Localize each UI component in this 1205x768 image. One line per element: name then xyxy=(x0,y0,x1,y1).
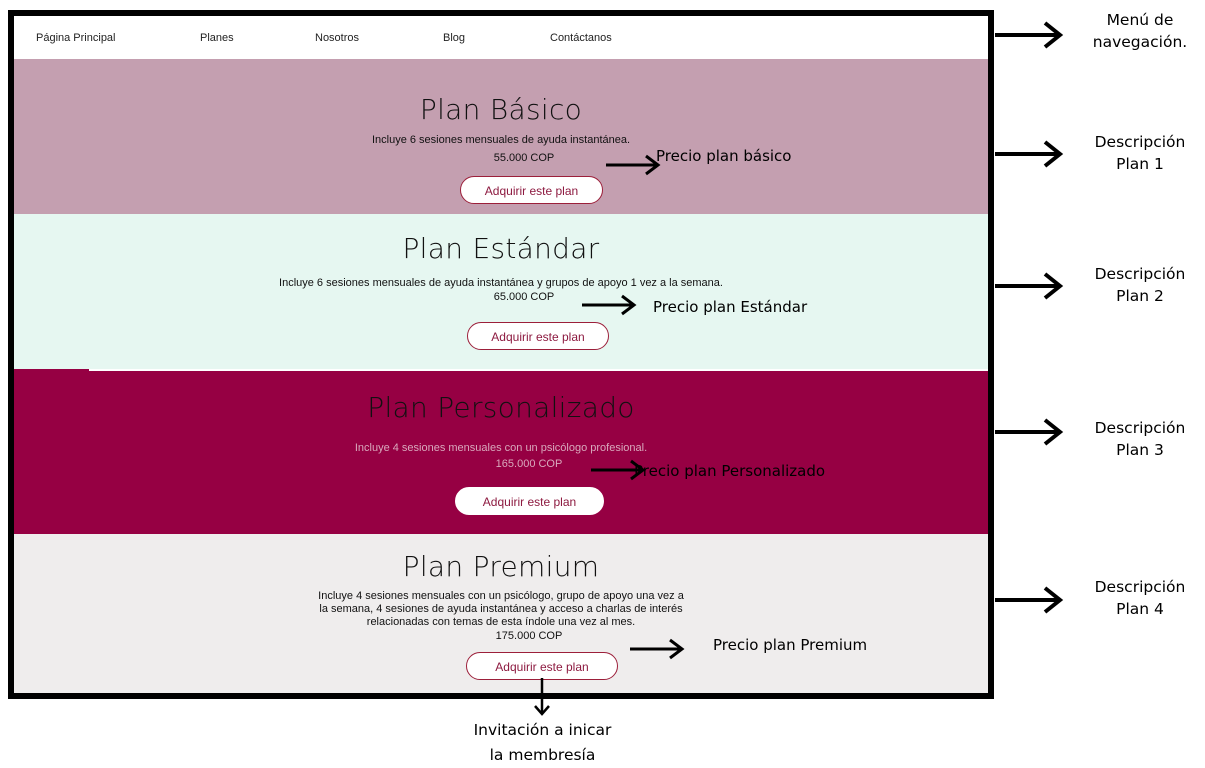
annotation-line: Descripción xyxy=(1094,265,1186,283)
plan-title: Plan Básico xyxy=(419,93,583,126)
plan-price: 165.000 COP xyxy=(495,458,563,470)
arrow-right-icon xyxy=(995,140,1064,168)
plan-description: Incluye 6 sesiones mensuales de ayuda in… xyxy=(279,277,723,289)
plan-description-line-3: relacionadas con temas de esta índole un… xyxy=(366,616,636,628)
annotation-line: Invitación a inicar xyxy=(473,721,612,739)
arrow-down-icon xyxy=(534,678,550,716)
price-annotation: Precio plan Estándar xyxy=(653,298,808,316)
annotation-plan1: Descripción Plan 1 xyxy=(1080,131,1200,175)
nav-item-nosotros[interactable]: Nosotros xyxy=(315,32,359,44)
navigation-menu: Página Principal Planes Nosotros Blog Co… xyxy=(14,16,988,59)
plan-title: Plan Estándar xyxy=(402,232,600,265)
annotation-plan4: Descripción Plan 4 xyxy=(1080,576,1200,620)
plan-title: Plan Premium xyxy=(402,550,600,583)
price-annotation: Precio plan Premium xyxy=(713,636,868,654)
buy-plan-button[interactable]: Adquirir este plan xyxy=(467,322,609,350)
annotation-plan3: Descripción Plan 3 xyxy=(1080,417,1200,461)
annotation-nav: Menú de navegación. xyxy=(1075,9,1205,53)
annotation-line: la membresía xyxy=(489,746,596,764)
plan-title: Plan Personalizado xyxy=(367,391,635,424)
plan-price: 175.000 COP xyxy=(495,630,563,642)
plan-personalizado-section: Plan Personalizado Incluye 4 sesiones me… xyxy=(14,371,988,534)
annotation-line: Plan 3 xyxy=(1116,441,1164,459)
website-mockup-frame: Página Principal Planes Nosotros Blog Co… xyxy=(8,10,994,699)
annotation-line: Descripción xyxy=(1094,133,1186,151)
buy-plan-button[interactable]: Adquirir este plan xyxy=(460,176,603,204)
plan-basico-section: Plan Básico Incluye 6 sesiones mensuales… xyxy=(14,59,988,214)
arrow-right-icon xyxy=(606,154,661,176)
arrow-right-icon xyxy=(995,21,1064,49)
arrow-right-icon xyxy=(630,638,685,660)
plan-description-line-2: la semana, 4 sesiones de ayuda instantán… xyxy=(319,603,683,615)
annotation-line: Plan 2 xyxy=(1116,287,1164,305)
annotation-line: Plan 4 xyxy=(1116,600,1164,618)
nav-item-contactanos[interactable]: Contáctanos xyxy=(550,32,612,44)
plan-premium-section: Plan Premium Incluye 4 sesiones mensuale… xyxy=(14,534,988,693)
plan-price: 65.000 COP xyxy=(493,291,555,303)
plan-description: Incluye 4 sesiones mensuales con un psic… xyxy=(354,442,648,454)
arrow-right-icon xyxy=(995,586,1064,614)
annotation-plan2: Descripción Plan 2 xyxy=(1080,263,1200,307)
nav-item-blog[interactable]: Blog xyxy=(443,32,465,44)
annotation-line: Descripción xyxy=(1094,578,1186,596)
arrow-right-icon xyxy=(995,272,1064,300)
annotation-line: Menú de xyxy=(1106,11,1174,29)
annotation-cta: Invitación a inicar la membresía xyxy=(430,718,655,768)
buy-plan-button[interactable]: Adquirir este plan xyxy=(455,487,604,515)
nav-item-planes[interactable]: Planes xyxy=(200,32,234,44)
arrow-right-icon xyxy=(995,418,1064,446)
plan-price: 55.000 COP xyxy=(493,152,555,164)
price-annotation: Precio plan básico xyxy=(656,147,792,165)
plan-estandar-section: Plan Estándar Incluye 6 sesiones mensual… xyxy=(14,214,988,369)
annotation-line: Plan 1 xyxy=(1116,155,1164,173)
arrow-right-icon xyxy=(582,294,637,316)
annotation-line: Descripción xyxy=(1094,419,1186,437)
plan-description-line-1: Incluye 4 sesiones mensuales con un psic… xyxy=(318,590,684,602)
annotation-line: navegación. xyxy=(1092,33,1188,51)
nav-item-pagina-principal[interactable]: Página Principal xyxy=(36,32,116,44)
plan-description: Incluye 6 sesiones mensuales de ayuda in… xyxy=(371,134,631,146)
price-annotation: Precio plan Personalizado xyxy=(634,462,826,480)
